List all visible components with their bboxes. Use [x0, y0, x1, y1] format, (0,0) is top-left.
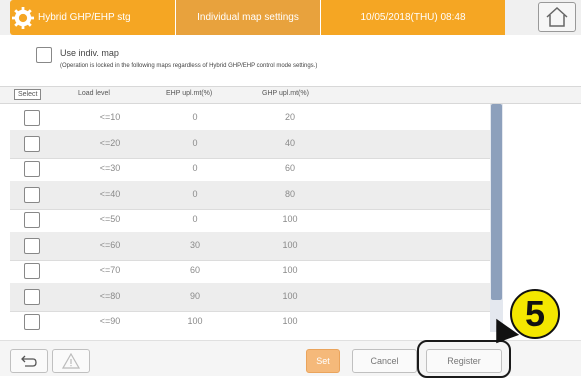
row-select-checkbox[interactable] — [24, 237, 40, 254]
ehp-value-cell: 0 — [192, 112, 198, 122]
select-button[interactable]: Select — [14, 89, 42, 100]
row-select-checkbox[interactable] — [24, 212, 40, 228]
ghp-value-cell: 60 — [284, 163, 295, 173]
ghp-value-cell: 100 — [282, 290, 298, 301]
row-select-checkbox[interactable] — [24, 314, 40, 330]
ehp-value-cell: 0 — [192, 137, 198, 148]
warning-button[interactable] — [52, 349, 90, 373]
col-ghp-upl: GHP upl.mt(%) — [262, 90, 309, 97]
ehp-value-cell: 0 — [192, 188, 198, 199]
col-load-level: Load level — [78, 90, 110, 97]
ehp-value-cell: 30 — [189, 239, 200, 250]
ghp-value-cell: 100 — [282, 214, 298, 224]
load-level-cell: <=30 — [99, 163, 121, 173]
load-level-cell: <=90 — [99, 316, 121, 326]
back-arrow-icon — [21, 355, 37, 367]
row-select-checkbox[interactable] — [24, 288, 40, 305]
gear-icon — [12, 7, 34, 29]
header-bar: Hybrid GHP/EHP stg Individual map settin… — [0, 0, 581, 35]
ghp-value-cell: 20 — [284, 112, 295, 122]
home-button[interactable] — [538, 2, 576, 32]
row-select-checkbox[interactable] — [24, 135, 40, 152]
warning-icon — [62, 353, 80, 369]
load-level-cell: <=40 — [99, 188, 121, 199]
row-select-checkbox[interactable] — [24, 186, 40, 203]
ehp-value-cell: 100 — [187, 316, 203, 326]
load-level-cell: <=80 — [99, 290, 121, 301]
indiv-map-note: (Operation is locked in the following ma… — [60, 63, 318, 69]
datetime-tab: 10/05/2018(THU) 08:48 — [320, 0, 505, 35]
app-title-tab: Hybrid GHP/EHP stg — [10, 0, 175, 35]
back-button[interactable] — [10, 349, 48, 373]
ghp-value-cell: 100 — [282, 316, 298, 326]
load-level-cell: <=60 — [99, 239, 121, 250]
col-ehp-upl: EHP upl.mt(%) — [166, 90, 213, 97]
use-indiv-map-label: Use indiv. map — [60, 48, 119, 58]
table-row[interactable]: <=90 100 100 — [10, 308, 490, 332]
scrollbar-thumb[interactable] — [491, 104, 502, 300]
cancel-button[interactable]: Cancel — [352, 349, 417, 373]
app-title: Hybrid GHP/EHP stg — [38, 12, 131, 23]
ghp-value-cell: 40 — [284, 137, 295, 148]
row-select-checkbox[interactable] — [24, 110, 40, 126]
datetime-display: 10/05/2018(THU) 08:48 — [360, 12, 466, 23]
step-callout: 5 — [510, 289, 560, 339]
screen-title-tab: Individual map settings — [175, 0, 320, 35]
map-table: <=10 0 20 <=20 0 40 <=30 0 60 <=40 0 80 <=50 0 100 <=60… — [10, 104, 490, 332]
row-select-checkbox[interactable] — [24, 161, 40, 177]
load-level-cell: <=50 — [99, 214, 121, 224]
set-button[interactable]: Set — [306, 349, 340, 373]
ehp-value-cell: 60 — [189, 265, 200, 275]
ehp-value-cell: 0 — [192, 214, 198, 224]
row-select-checkbox[interactable] — [24, 263, 40, 279]
home-icon — [546, 6, 568, 27]
load-level-cell: <=10 — [99, 112, 121, 122]
use-indiv-map-checkbox[interactable] — [36, 47, 52, 63]
ehp-value-cell: 90 — [189, 290, 200, 301]
options-area: Use indiv. map (Operation is locked in t… — [0, 36, 581, 84]
load-level-cell: <=70 — [99, 265, 121, 275]
table-header: Select Load level EHP upl.mt(%) GHP upl.… — [0, 86, 581, 104]
ehp-value-cell: 0 — [192, 163, 198, 173]
ghp-value-cell: 100 — [282, 265, 298, 275]
ghp-value-cell: 80 — [284, 188, 295, 199]
register-highlight-ring — [417, 340, 511, 378]
screen-title: Individual map settings — [197, 12, 299, 23]
ghp-value-cell: 100 — [282, 239, 298, 250]
load-level-cell: <=20 — [99, 137, 121, 148]
